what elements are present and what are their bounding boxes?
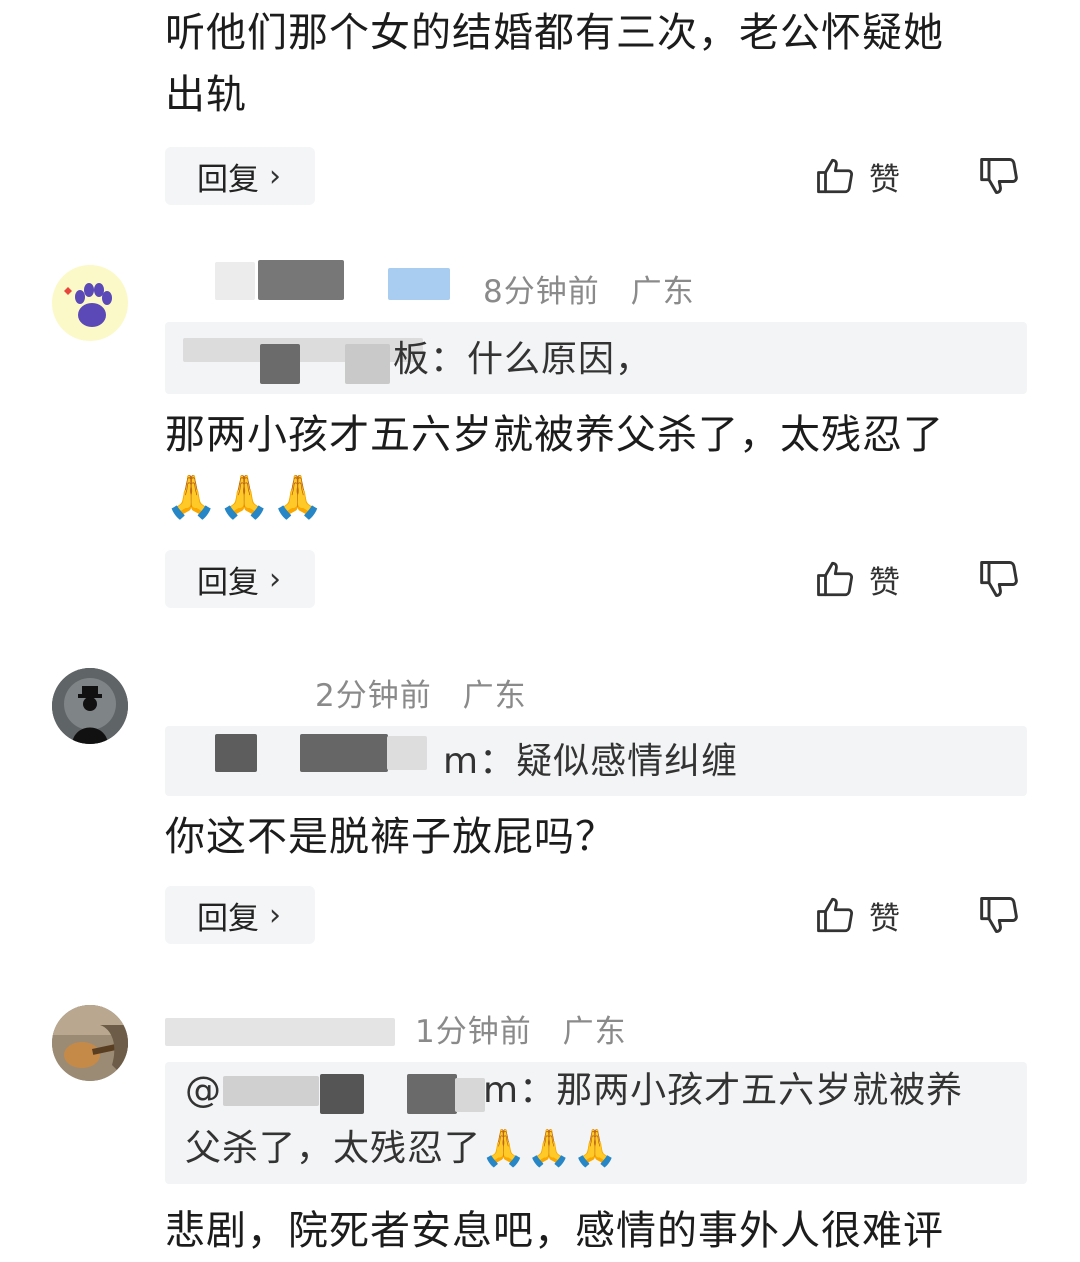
reply-label: 回复 [197,161,259,198]
reply-label: 回复 [197,564,259,601]
thumbs-down-icon [980,561,1018,597]
comment-3-avatar[interactable] [52,668,128,744]
comment-4-quote: @ m：那两小孩才五六岁就被养 父杀了，太残忍了🙏🙏🙏 [165,1062,1027,1184]
comment-3-body: 你这不是脱裤子放屁吗？ [165,814,616,860]
comment-2-meta: 8分钟前 广东 [483,266,695,311]
comment-2-location: 广东 [630,274,695,310]
comment-3-meta: 2分钟前 广东 [315,670,527,715]
comment-3-reply-button[interactable]: 回复 › [165,886,315,944]
thumbs-up-icon [817,158,854,194]
comment-2-quote-text: 板：什么原因， [393,339,653,380]
quote-username-blur [215,734,257,772]
quote-username-blur [223,1076,319,1106]
thumbs-down-icon [980,897,1018,933]
quote-username-blur [407,1074,457,1114]
quote-username-blur [320,1074,364,1114]
comment-4-avatar[interactable] [52,1005,128,1081]
like-label: 赞 [869,161,900,198]
comment-3-like-button[interactable]: 赞 [815,891,900,939]
quote-username-blur [387,736,427,770]
chevron-right-icon: › [269,897,281,933]
comment-2-time: 8分钟前 [483,274,600,310]
comment-1-like-button[interactable]: 赞 [815,152,900,200]
comment-1-body: 听他们那个女的结婚都有三次，老公怀疑她 出轨 [165,2,1045,126]
comment-3-time: 2分钟前 [315,678,432,714]
comment-2-body: 那两小孩才五六岁就被养父杀了，太残忍了 🙏🙏🙏 [165,404,1045,528]
thumbs-up-icon [817,561,854,597]
comment-4-meta: 1分钟前 广东 [415,1006,627,1051]
comment-4-location: 广东 [562,1014,627,1050]
comment-4-body-partial: 悲剧，院死者安息吧，感情的事外人很难评 [165,1208,944,1254]
comment-2-username-blur [215,262,255,300]
comment-4-username-blur [165,1018,395,1046]
paw-icon [52,265,128,341]
comment-1-body-line2: 出轨 [165,72,247,118]
quote-username-blur [260,344,300,384]
comment-3-dislike-button[interactable] [978,893,1022,941]
comment-2-body-emoji: 🙏🙏🙏 [165,472,325,521]
thumbs-down-icon [980,158,1018,194]
thumbs-up-icon [817,897,854,933]
quote-username-blur [455,1078,485,1112]
comment-2-reply-button[interactable]: 回复 › [165,550,315,608]
comment-1-dislike-button[interactable] [978,154,1022,202]
comment-4-quote-line2: 父杀了，太残忍了 [185,1128,482,1169]
chevron-right-icon: › [269,158,281,194]
chevron-right-icon: › [269,561,281,597]
quote-username-blur [300,734,388,772]
comment-2-quote: 板：什么原因， [165,322,1027,394]
quote-username-blur [345,344,390,384]
comment-3-quote-text: m：疑似感情纠缠 [443,741,739,782]
like-label: 赞 [869,564,900,601]
guitar-photo-icon [52,1005,128,1081]
comment-1-body-line1: 听他们那个女的结婚都有三次，老公怀疑她 [165,10,944,56]
comment-2-dislike-button[interactable] [978,557,1022,605]
comment-1-reply-button[interactable]: 回复 › [165,147,315,205]
comment-4-quote-emoji: 🙏🙏🙏 [481,1128,619,1169]
reply-label: 回复 [197,900,259,937]
comment-2-badge-blur [388,268,450,300]
comment-2-avatar[interactable] [52,265,128,341]
comment-4-quote-line1: m：那两小孩才五六岁就被养 [483,1070,964,1111]
comment-3-location: 广东 [462,678,527,714]
comment-3-quote: m：疑似感情纠缠 [165,726,1027,796]
comment-4-time: 1分钟前 [415,1014,532,1050]
comment-2-body-line1: 那两小孩才五六岁就被养父杀了，太残忍了 [165,412,944,458]
comment-2-like-button[interactable]: 赞 [815,555,900,603]
silhouette-icon [52,668,128,744]
comment-2-username-blur [258,260,344,300]
like-label: 赞 [869,900,900,937]
comment-4-quote-at: @ [185,1070,222,1111]
